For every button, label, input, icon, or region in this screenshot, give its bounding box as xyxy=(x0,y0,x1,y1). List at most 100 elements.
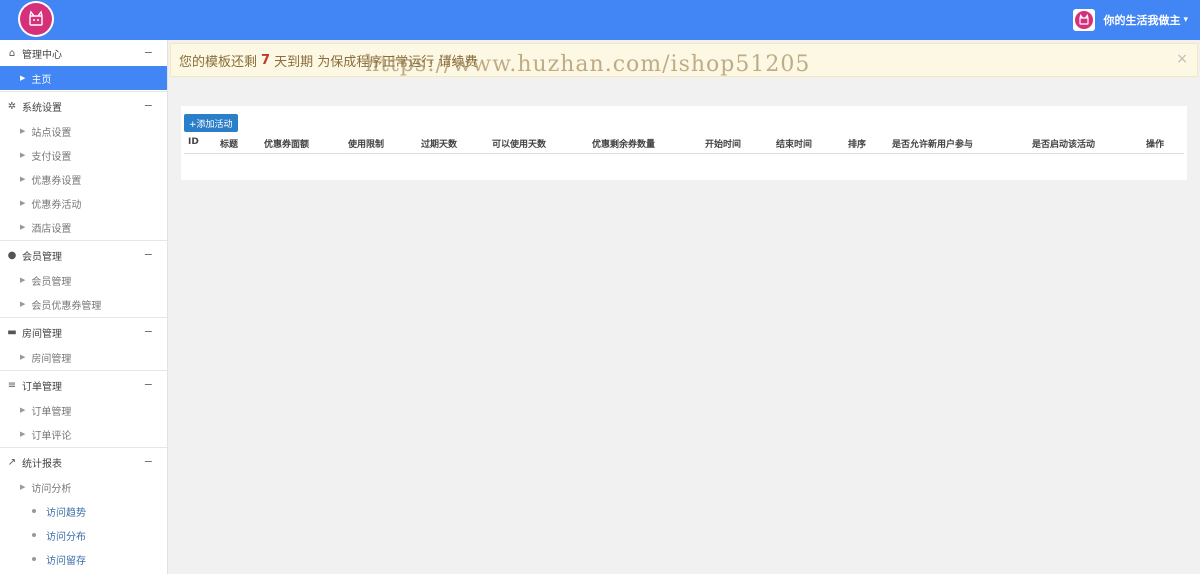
caret-right-icon: ▶ xyxy=(20,74,26,82)
sidebar-divider xyxy=(0,240,167,241)
sidebar-item[interactable]: ▶ 酒店设置 xyxy=(0,215,167,239)
sidebar-group-label: 系统设置 xyxy=(22,102,62,114)
bullet-icon xyxy=(32,509,36,513)
caret-right-icon: ▶ xyxy=(20,406,26,414)
sidebar-subitem[interactable]: 访问留存 xyxy=(0,547,167,571)
bullet-icon xyxy=(32,533,36,537)
column-header: 优惠剩余券数量 xyxy=(592,140,656,150)
home-icon: ⌂ xyxy=(8,47,16,59)
sidebar-subitem[interactable]: 访问趋势 xyxy=(0,499,167,523)
sidebar-group-label: 管理中心 xyxy=(22,49,62,61)
caret-right-icon: ▶ xyxy=(20,300,26,308)
column-header: 结束时间 xyxy=(776,140,813,150)
collapse-icon[interactable]: − xyxy=(144,378,153,391)
caret-right-icon: ▶ xyxy=(20,223,26,231)
sidebar-item-label: 订单评论 xyxy=(31,430,72,442)
caret-right-icon: ▶ xyxy=(20,127,26,135)
sidebar-item[interactable]: ▶ 优惠券设置 xyxy=(0,167,167,191)
sidebar-item[interactable]: ▶ 订单评论 xyxy=(0,422,167,446)
gear-icon: ✲ xyxy=(7,100,17,112)
column-header: 过期天数 xyxy=(421,140,458,150)
caret-right-icon: ▶ xyxy=(20,199,26,207)
column-header: 是否允许新用户参与 xyxy=(892,140,974,150)
column-header: ID xyxy=(188,137,199,147)
sidebar-item[interactable]: ▶ 优惠券活动 xyxy=(0,191,167,215)
sidebar-divider xyxy=(0,91,167,92)
sidebar-subitem-label: 访问留存 xyxy=(46,555,86,567)
sidebar-item[interactable]: ▶ 访问分析 xyxy=(0,475,167,499)
sidebar-item-label: 主页 xyxy=(31,74,52,86)
sidebar-item[interactable]: ▶ 支付设置 xyxy=(0,143,167,167)
sidebar-group-header[interactable]: ✲ 系统设置 − xyxy=(0,93,167,119)
sidebar-group-header[interactable]: ↗ 统计报表 − xyxy=(0,449,167,475)
caret-right-icon: ▶ xyxy=(20,430,26,438)
caret-right-icon: ▶ xyxy=(20,353,26,361)
collapse-icon[interactable]: − xyxy=(144,325,153,338)
user-menu[interactable]: 你的生活我做主 ▾ xyxy=(1073,9,1188,31)
sidebar-item-label: 房间管理 xyxy=(31,353,72,365)
caret-right-icon: ▶ xyxy=(20,175,26,183)
collapse-icon[interactable]: − xyxy=(144,46,153,59)
logo[interactable] xyxy=(18,1,54,37)
sidebar-item[interactable]: ▶ 订单管理 xyxy=(0,398,167,422)
sidebar-item-label: 酒店设置 xyxy=(31,223,72,235)
sidebar-item[interactable]: ▶ 主页 xyxy=(0,66,167,90)
column-header: 使用限制 xyxy=(348,140,385,150)
cat-avatar-icon xyxy=(1075,11,1094,29)
sidebar-item-label: 会员优惠券管理 xyxy=(31,300,102,312)
sidebar-item-label: 站点设置 xyxy=(31,127,72,139)
alert-days: 7 xyxy=(261,52,271,68)
add-activity-button[interactable]: +添加活动 xyxy=(184,114,238,132)
alert-text-before: 您的模板还剩 xyxy=(179,54,258,70)
sidebar-group-label: 会员管理 xyxy=(22,251,62,263)
sidebar-divider xyxy=(0,317,167,318)
sidebar-group-header[interactable]: ● 会员管理 − xyxy=(0,242,167,268)
bed-icon: ▬ xyxy=(7,326,17,338)
sidebar-subitem-label: 访问分布 xyxy=(46,531,86,543)
collapse-icon[interactable]: − xyxy=(144,99,153,112)
list-icon: ≡ xyxy=(7,379,17,391)
sidebar-item[interactable]: ▶ 会员管理 xyxy=(0,268,167,292)
table-header: ID 标题 优惠券面额 使用限制 过期天数 可以使用天数 优惠剩余券数量 开始时间 结束时间 排序… xyxy=(184,134,1184,154)
column-header: 标题 xyxy=(220,140,239,150)
user-name: 你的生活我做主 xyxy=(1103,14,1181,27)
sidebar-item[interactable]: ▶ 会员优惠券管理 xyxy=(0,292,167,316)
sidebar: ⌂ 管理中心 − ▶ 主页 ✲ 系统设置 − ▶ 站点设置 ▶ 支付设置 ▶ 优惠券设置 ▶ 优惠券活动 ▶ 酒店… xyxy=(0,40,168,574)
bullet-icon xyxy=(32,557,36,561)
sidebar-item-label: 优惠券设置 xyxy=(31,175,82,187)
sidebar-divider xyxy=(0,447,167,448)
caret-right-icon: ▶ xyxy=(20,151,26,159)
column-header: 可以使用天数 xyxy=(492,140,547,150)
sidebar-group-header[interactable]: ≡ 订单管理 − xyxy=(0,372,167,398)
activity-panel: +添加活动 ID 标题 优惠券面额 使用限制 过期天数 可以使用天数 优惠剩余券数量 开始时间… xyxy=(181,106,1187,180)
sidebar-group-label: 房间管理 xyxy=(22,328,62,340)
sidebar-item-label: 优惠券活动 xyxy=(31,199,82,211)
sidebar-item-label: 会员管理 xyxy=(31,276,72,288)
sidebar-group-label: 统计报表 xyxy=(22,458,62,470)
close-icon[interactable]: × xyxy=(1176,51,1188,67)
column-header: 操作 xyxy=(1146,140,1165,150)
column-header: 优惠券面额 xyxy=(264,140,310,150)
cat-logo-icon xyxy=(20,3,52,35)
sidebar-group-header[interactable]: ⌂ 管理中心 − xyxy=(0,40,167,66)
sidebar-group-label: 订单管理 xyxy=(22,381,62,393)
sidebar-divider xyxy=(0,370,167,371)
sidebar-subitem[interactable]: 访问分布 xyxy=(0,523,167,547)
sidebar-item-label: 访问分析 xyxy=(31,483,72,495)
avatar xyxy=(1073,9,1096,31)
collapse-icon[interactable]: − xyxy=(144,248,153,261)
caret-right-icon: ▶ xyxy=(20,483,26,491)
sidebar-subitem-label: 访问趋势 xyxy=(46,507,86,519)
column-header: 是否启动该活动 xyxy=(1032,140,1096,150)
collapse-icon[interactable]: − xyxy=(144,455,153,468)
sidebar-item-label: 订单管理 xyxy=(31,406,72,418)
sidebar-item[interactable]: ▶ 房间管理 xyxy=(0,345,167,369)
sidebar-group-header[interactable]: ▬ 房间管理 − xyxy=(0,319,167,345)
column-header: 开始时间 xyxy=(705,140,742,150)
user-icon: ● xyxy=(7,249,17,261)
sidebar-item-label: 支付设置 xyxy=(31,151,72,163)
sidebar-item[interactable]: ▶ 站点设置 xyxy=(0,119,167,143)
top-navbar: 你的生活我做主 ▾ xyxy=(0,0,1200,40)
line-chart-icon: ↗ xyxy=(7,456,17,468)
watermark: https://www.huzhan.com/ishop51205 xyxy=(365,52,811,77)
